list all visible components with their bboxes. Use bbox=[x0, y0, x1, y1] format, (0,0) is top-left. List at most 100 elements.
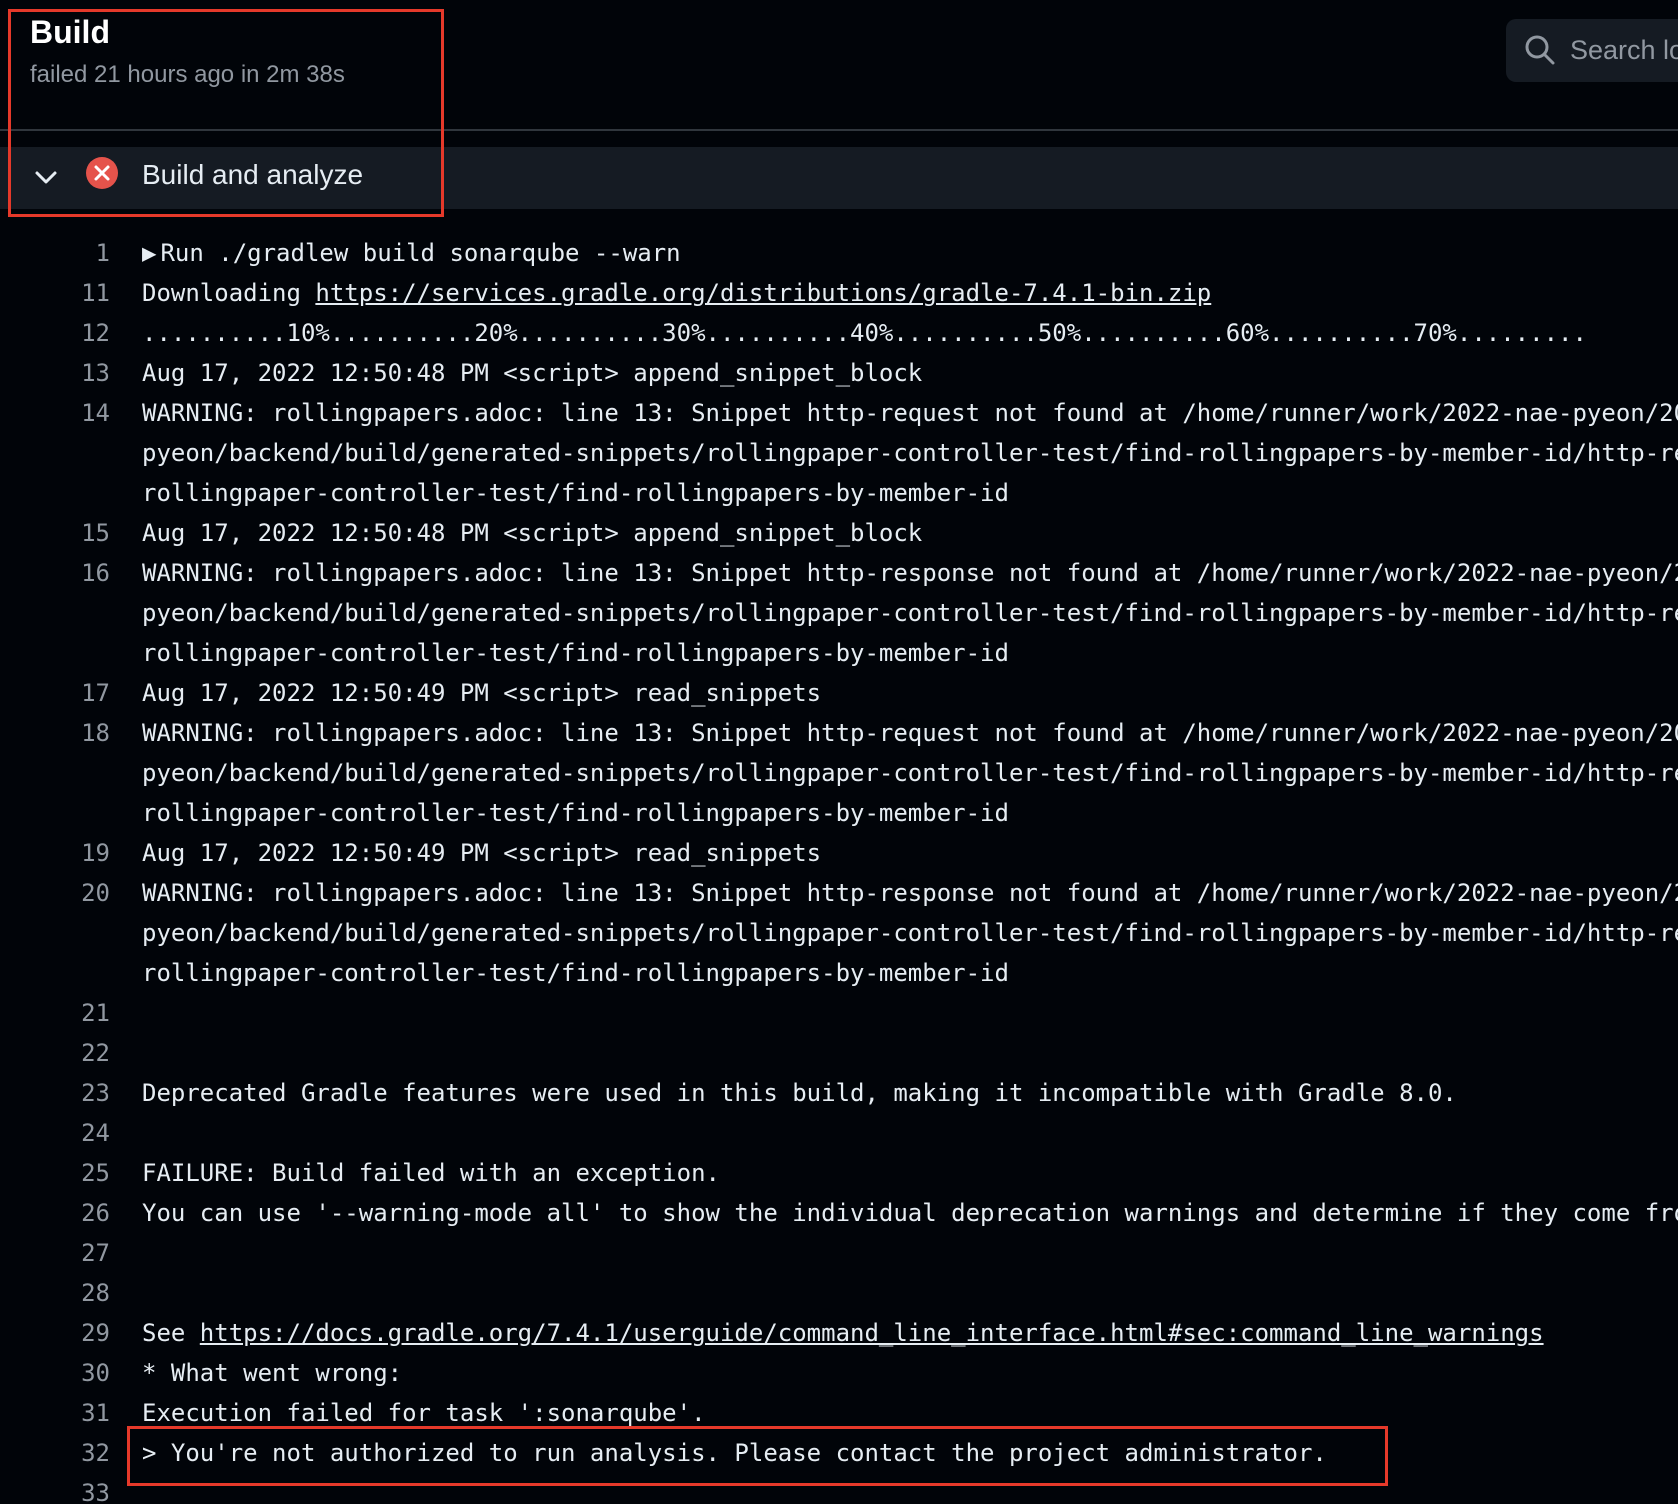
log-line[interactable]: 12 ..........10%..........20%..........30… bbox=[0, 313, 1678, 353]
log-link[interactable]: https://docs.gradle.org/7.4.1/userguide/… bbox=[200, 1319, 1544, 1347]
log-line[interactable]: rollingpaper-controller-test/find-rollin… bbox=[0, 793, 1678, 833]
log-line[interactable]: pyeon/backend/build/generated-snippets/r… bbox=[0, 913, 1678, 953]
line-number[interactable]: 32 bbox=[0, 1433, 110, 1473]
log-line[interactable]: 14 WARNING: rollingpapers.adoc: line 13: … bbox=[0, 393, 1678, 433]
log-text: FAILURE: Build failed with an exception. bbox=[142, 1159, 720, 1187]
job-header: Build failed 21 hours ago in 2m 38s bbox=[0, 0, 1678, 131]
log-text: See https://docs.gradle.org/7.4.1/usergu… bbox=[142, 1313, 1544, 1353]
log-text: > You're not authorized to run analysis.… bbox=[142, 1439, 1327, 1467]
line-number[interactable]: 33 bbox=[0, 1473, 110, 1504]
log-line[interactable]: 1 ▶ Run ./gradlew build sonarqube --warn bbox=[0, 233, 1678, 273]
log-line[interactable]: 26 You can use '--warning-mode all' to sh… bbox=[0, 1193, 1678, 1233]
line-number[interactable]: 26 bbox=[0, 1193, 110, 1233]
log-line[interactable]: 27 bbox=[0, 1233, 1678, 1273]
line-number[interactable]: 25 bbox=[0, 1153, 110, 1193]
log-line[interactable]: 24 bbox=[0, 1113, 1678, 1153]
line-number[interactable]: 13 bbox=[0, 353, 110, 393]
log-line[interactable]: 28 bbox=[0, 1273, 1678, 1313]
log-text-prefix: Downloading bbox=[142, 279, 316, 307]
log-line[interactable]: 17 Aug 17, 2022 12:50:49 PM <script> read… bbox=[0, 673, 1678, 713]
log-line[interactable]: 11 Downloading https://services.gradle.or… bbox=[0, 273, 1678, 313]
job-status-summary: failed 21 hours ago in 2m 38s bbox=[30, 61, 345, 88]
log-text: * What went wrong: bbox=[142, 1359, 403, 1387]
line-number[interactable]: 31 bbox=[0, 1393, 110, 1433]
line-number[interactable]: 16 bbox=[0, 553, 110, 593]
log-line[interactable]: 22 bbox=[0, 1033, 1678, 1073]
log-line[interactable]: 33 bbox=[0, 1473, 1678, 1504]
line-number[interactable]: 27 bbox=[0, 1233, 110, 1273]
line-number[interactable]: 15 bbox=[0, 513, 110, 553]
log-line[interactable]: 25 FAILURE: Build failed with an exceptio… bbox=[0, 1153, 1678, 1193]
log-text: Deprecated Gradle features were used in … bbox=[142, 1079, 1457, 1107]
log-line[interactable]: 32 > You're not authorized to run analysi… bbox=[0, 1433, 1678, 1473]
log-text: You can use '--warning-mode all' to show… bbox=[142, 1199, 1678, 1227]
log-text: Execution failed for task ':sonarqube'. bbox=[142, 1399, 706, 1427]
search-logs-input[interactable] bbox=[1570, 33, 1678, 67]
line-number[interactable]: 19 bbox=[0, 833, 110, 873]
line-number[interactable]: 28 bbox=[0, 1273, 110, 1313]
log-text: WARNING: rollingpapers.adoc: line 13: Sn… bbox=[142, 879, 1678, 907]
log-text: pyeon/backend/build/generated-snippets/r… bbox=[142, 759, 1678, 787]
log-line[interactable]: pyeon/backend/build/generated-snippets/r… bbox=[0, 593, 1678, 633]
step-build-and-analyze[interactable]: Build and analyze bbox=[0, 147, 1678, 209]
log-line[interactable]: 29 See https://docs.gradle.org/7.4.1/user… bbox=[0, 1313, 1678, 1353]
log-text: Aug 17, 2022 12:50:49 PM <script> read_s… bbox=[142, 839, 822, 867]
line-number[interactable]: 23 bbox=[0, 1073, 110, 1113]
chevron-down-icon[interactable] bbox=[32, 163, 60, 191]
log-text: WARNING: rollingpapers.adoc: line 13: Sn… bbox=[142, 719, 1678, 747]
job-title: Build bbox=[30, 14, 110, 50]
line-number[interactable]: 17 bbox=[0, 673, 110, 713]
log-text: rollingpaper-controller-test/find-rollin… bbox=[142, 799, 1009, 827]
log-text: Aug 17, 2022 12:50:48 PM <script> append… bbox=[142, 519, 923, 547]
log-line[interactable]: 30 * What went wrong: bbox=[0, 1353, 1678, 1393]
search-icon bbox=[1525, 35, 1555, 65]
line-number[interactable]: 22 bbox=[0, 1033, 110, 1073]
expand-triangle-icon[interactable]: ▶ bbox=[142, 239, 156, 267]
log-text: WARNING: rollingpapers.adoc: line 13: Sn… bbox=[142, 559, 1678, 587]
line-number[interactable]: 11 bbox=[0, 273, 110, 313]
log-text-prefix: See bbox=[142, 1319, 200, 1347]
log-line[interactable]: pyeon/backend/build/generated-snippets/r… bbox=[0, 433, 1678, 473]
step-title: Build and analyze bbox=[142, 159, 364, 190]
search-logs-box[interactable] bbox=[1506, 19, 1678, 82]
log-text: ..........10%..........20%..........30%.… bbox=[142, 319, 1587, 347]
log-text: WARNING: rollingpapers.adoc: line 13: Sn… bbox=[142, 399, 1678, 427]
log-text: rollingpaper-controller-test/find-rollin… bbox=[142, 959, 1009, 987]
log-text: pyeon/backend/build/generated-snippets/r… bbox=[142, 599, 1678, 627]
log-text: Downloading https://services.gradle.org/… bbox=[142, 273, 1211, 313]
line-number[interactable]: 21 bbox=[0, 993, 110, 1033]
log-line[interactable]: 15 Aug 17, 2022 12:50:48 PM <script> appe… bbox=[0, 513, 1678, 553]
log-line[interactable]: rollingpaper-controller-test/find-rollin… bbox=[0, 473, 1678, 513]
log-text: Aug 17, 2022 12:50:48 PM <script> append… bbox=[142, 359, 923, 387]
log-line[interactable]: pyeon/backend/build/generated-snippets/r… bbox=[0, 753, 1678, 793]
failed-status-icon bbox=[86, 157, 118, 189]
log-line[interactable]: 21 bbox=[0, 993, 1678, 1033]
line-number[interactable]: 14 bbox=[0, 393, 110, 433]
log-line[interactable]: 16 WARNING: rollingpapers.adoc: line 13: … bbox=[0, 553, 1678, 593]
log-line[interactable]: rollingpaper-controller-test/find-rollin… bbox=[0, 953, 1678, 993]
log-text: rollingpaper-controller-test/find-rollin… bbox=[142, 639, 1009, 667]
log-text: ▶ Run ./gradlew build sonarqube --warn bbox=[142, 233, 681, 273]
line-number[interactable]: 18 bbox=[0, 713, 110, 753]
log-line[interactable]: 20 WARNING: rollingpapers.adoc: line 13: … bbox=[0, 873, 1678, 913]
log-output: 1 ▶ Run ./gradlew build sonarqube --warn 11… bbox=[0, 233, 1678, 1504]
log-line[interactable]: rollingpaper-controller-test/find-rollin… bbox=[0, 633, 1678, 673]
log-line[interactable]: 18 WARNING: rollingpapers.adoc: line 13: … bbox=[0, 713, 1678, 753]
log-text: pyeon/backend/build/generated-snippets/r… bbox=[142, 919, 1678, 947]
line-number[interactable]: 24 bbox=[0, 1113, 110, 1153]
line-number[interactable]: 29 bbox=[0, 1313, 110, 1353]
line-number[interactable]: 12 bbox=[0, 313, 110, 353]
log-text: rollingpaper-controller-test/find-rollin… bbox=[142, 479, 1009, 507]
line-number[interactable]: 20 bbox=[0, 873, 110, 913]
log-line[interactable]: 31 Execution failed for task ':sonarqube'… bbox=[0, 1393, 1678, 1433]
line-number[interactable]: 30 bbox=[0, 1353, 110, 1393]
log-line[interactable]: 13 Aug 17, 2022 12:50:48 PM <script> appe… bbox=[0, 353, 1678, 393]
log-link[interactable]: https://services.gradle.org/distribution… bbox=[315, 279, 1211, 307]
job-log-page: Build failed 21 hours ago in 2m 38s Buil… bbox=[0, 0, 1678, 1504]
log-line[interactable]: 19 Aug 17, 2022 12:50:49 PM <script> read… bbox=[0, 833, 1678, 873]
line-number[interactable]: 1 bbox=[0, 233, 110, 273]
log-line[interactable]: 23 Deprecated Gradle features were used i… bbox=[0, 1073, 1678, 1113]
log-text: pyeon/backend/build/generated-snippets/r… bbox=[142, 439, 1678, 467]
log-text: Aug 17, 2022 12:50:49 PM <script> read_s… bbox=[142, 679, 822, 707]
run-command[interactable]: Run ./gradlew build sonarqube --warn bbox=[160, 239, 680, 267]
